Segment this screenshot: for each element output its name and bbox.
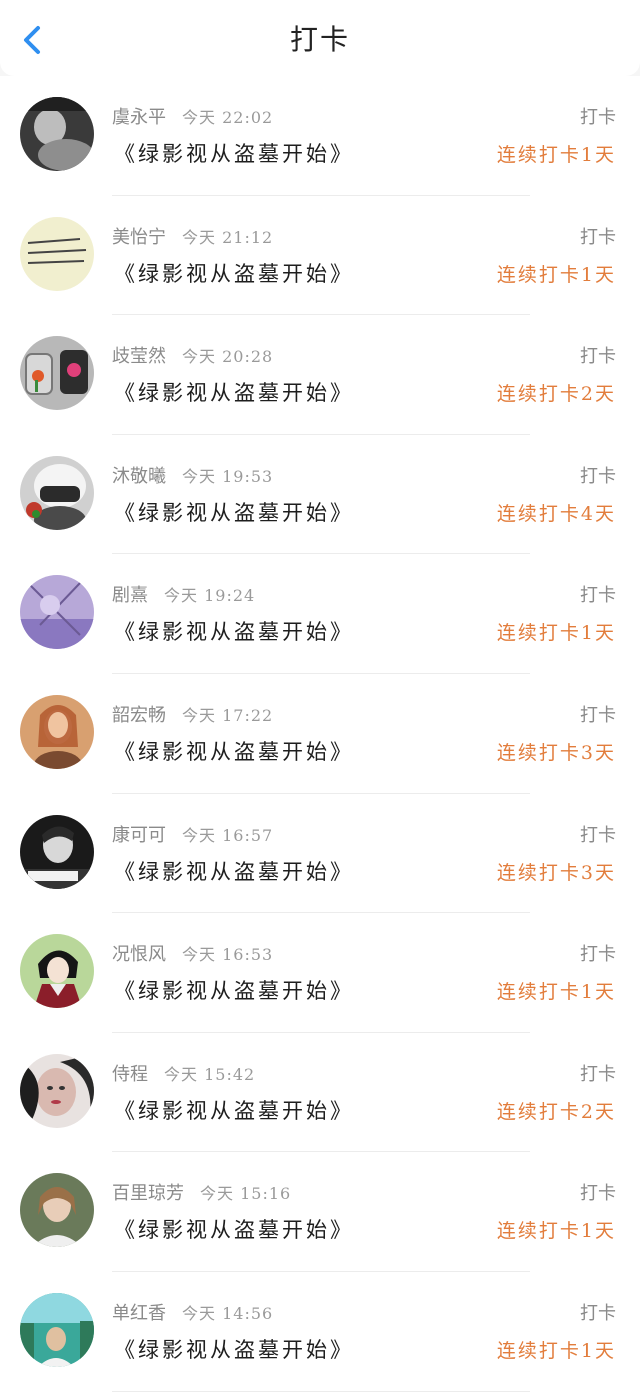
page-title: 打卡 xyxy=(289,23,350,56)
book-title: 《绿影视从盗墓开始》 xyxy=(114,261,354,286)
book-title: 《绿影视从盗墓开始》 xyxy=(114,500,354,525)
book-title: 《绿影视从盗墓开始》 xyxy=(114,1218,354,1243)
list-item[interactable]: 百里琼芳 今天 15:16 《绿影视从盗墓开始》 打卡 连续打卡1天 xyxy=(0,1152,640,1272)
avatar[interactable] xyxy=(20,336,94,411)
streak-label: 连续打卡1天 xyxy=(496,263,616,286)
list-item[interactable]: 沐敬曦 今天 19:53 《绿影视从盗墓开始》 打卡 连续打卡4天 xyxy=(0,434,640,555)
checkin-label: 打卡 xyxy=(580,1063,616,1085)
checkin-time: 今天 14:56 xyxy=(182,1303,274,1323)
book-title: 《绿影视从盗墓开始》 xyxy=(114,859,354,884)
user-name: 韶宏畅 今天 17:22 xyxy=(112,704,274,726)
book-title: 《绿影视从盗墓开始》 xyxy=(114,142,354,166)
user-name: 美怡宁 今天 21:12 xyxy=(112,226,274,248)
list-item[interactable]: 剧熹 今天 19:24 《绿影视从盗墓开始》 打卡 连续打卡1天 xyxy=(0,554,640,674)
book-title: 《绿影视从盗墓开始》 xyxy=(114,979,354,1004)
user-name: 歧莹然 今天 20:28 xyxy=(112,346,274,368)
user-name: 况恨风 今天 16:53 xyxy=(112,944,274,966)
checkin-time: 今天 15:16 xyxy=(200,1184,292,1204)
checkin-label: 打卡 xyxy=(580,226,616,248)
checkin-label: 打卡 xyxy=(580,944,616,966)
streak-label: 连续打卡3天 xyxy=(496,741,616,764)
avatar[interactable] xyxy=(20,455,94,530)
book-title: 《绿影视从盗墓开始》 xyxy=(114,1337,354,1362)
streak-label: 连续打卡1天 xyxy=(496,981,616,1004)
book-title: 《绿影视从盗墓开始》 xyxy=(114,620,354,645)
user-name: 侍程 今天 15:42 xyxy=(112,1063,256,1085)
streak-label: 连续打卡1天 xyxy=(496,1339,616,1362)
list-item[interactable]: 虞永平 今天 22:02 《绿影视从盗墓开始》 打卡 连续打卡1天 xyxy=(0,76,640,196)
checkin-time: 今天 19:53 xyxy=(182,466,274,486)
streak-label: 连续打卡2天 xyxy=(496,383,616,406)
checkin-label: 打卡 xyxy=(580,346,616,368)
avatar[interactable] xyxy=(20,1053,94,1128)
streak-label: 连续打卡3天 xyxy=(496,861,616,884)
checkin-label: 打卡 xyxy=(580,704,616,726)
user-name: 百里琼芳 今天 15:16 xyxy=(112,1183,292,1205)
list-item[interactable]: 歧莹然 今天 20:28 《绿影视从盗墓开始》 打卡 连续打卡2天 xyxy=(0,315,640,435)
checkin-time: 今天 17:22 xyxy=(182,705,274,725)
checkin-time: 今天 21:12 xyxy=(182,227,274,247)
avatar[interactable] xyxy=(20,1173,94,1248)
checkin-label: 打卡 xyxy=(580,465,616,487)
checkin-label: 打卡 xyxy=(580,824,616,846)
checkin-time: 今天 20:28 xyxy=(182,347,274,367)
user-name: 单红香 今天 14:56 xyxy=(112,1302,274,1324)
list-item[interactable]: 单红香 今天 14:56 《绿影视从盗墓开始》 打卡 连续打卡1天 xyxy=(0,1271,640,1392)
user-name: 康可可 今天 16:57 xyxy=(112,824,274,846)
user-name: 虞永平 今天 22:02 xyxy=(112,107,274,128)
streak-label: 连续打卡1天 xyxy=(496,1220,616,1243)
book-title: 《绿影视从盗墓开始》 xyxy=(114,739,354,764)
streak-label: 连续打卡1天 xyxy=(496,144,616,166)
list-item[interactable]: 美怡宁 今天 21:12 《绿影视从盗墓开始》 打卡 连续打卡1天 xyxy=(0,195,640,316)
checkin-time: 今天 15:42 xyxy=(164,1064,256,1084)
book-title: 《绿影视从盗墓开始》 xyxy=(114,1098,354,1123)
user-name: 剧熹 今天 19:24 xyxy=(112,585,256,607)
checkin-list: 虞永平 今天 22:02 《绿影视从盗墓开始》 打卡 连续打卡1天 美怡宁 今天 2… xyxy=(0,76,640,1392)
checkin-time: 今天 22:02 xyxy=(182,108,274,127)
avatar[interactable] xyxy=(20,814,94,889)
user-name: 沐敬曦 今天 19:53 xyxy=(112,465,274,487)
checkin-label: 打卡 xyxy=(580,1183,616,1205)
avatar[interactable] xyxy=(20,694,94,769)
checkin-label: 打卡 xyxy=(580,1302,616,1324)
avatar[interactable] xyxy=(20,934,94,1009)
avatar[interactable] xyxy=(20,1292,94,1367)
avatar[interactable] xyxy=(20,575,94,650)
streak-label: 连续打卡4天 xyxy=(496,502,616,525)
checkin-time: 今天 16:53 xyxy=(182,945,274,965)
book-title: 《绿影视从盗墓开始》 xyxy=(114,381,354,406)
avatar[interactable] xyxy=(20,216,94,291)
avatar[interactable] xyxy=(20,97,94,171)
list-item[interactable]: 韶宏畅 今天 17:22 《绿影视从盗墓开始》 打卡 连续打卡3天 xyxy=(0,673,640,794)
streak-label: 连续打卡2天 xyxy=(496,1100,616,1123)
list-item[interactable]: 况恨风 今天 16:53 《绿影视从盗墓开始》 打卡 连续打卡1天 xyxy=(0,913,640,1033)
checkin-label: 打卡 xyxy=(580,107,616,128)
list-item[interactable]: 康可可 今天 16:57 《绿影视从盗墓开始》 打卡 连续打卡3天 xyxy=(0,793,640,914)
checkin-label: 打卡 xyxy=(580,585,616,607)
list-item[interactable]: 侍程 今天 15:42 《绿影视从盗墓开始》 打卡 连续打卡2天 xyxy=(0,1032,640,1153)
streak-label: 连续打卡1天 xyxy=(496,622,616,645)
checkin-time: 今天 16:57 xyxy=(182,825,274,845)
header-bar: 打卡 xyxy=(0,0,640,76)
checkin-time: 今天 19:24 xyxy=(164,586,256,606)
